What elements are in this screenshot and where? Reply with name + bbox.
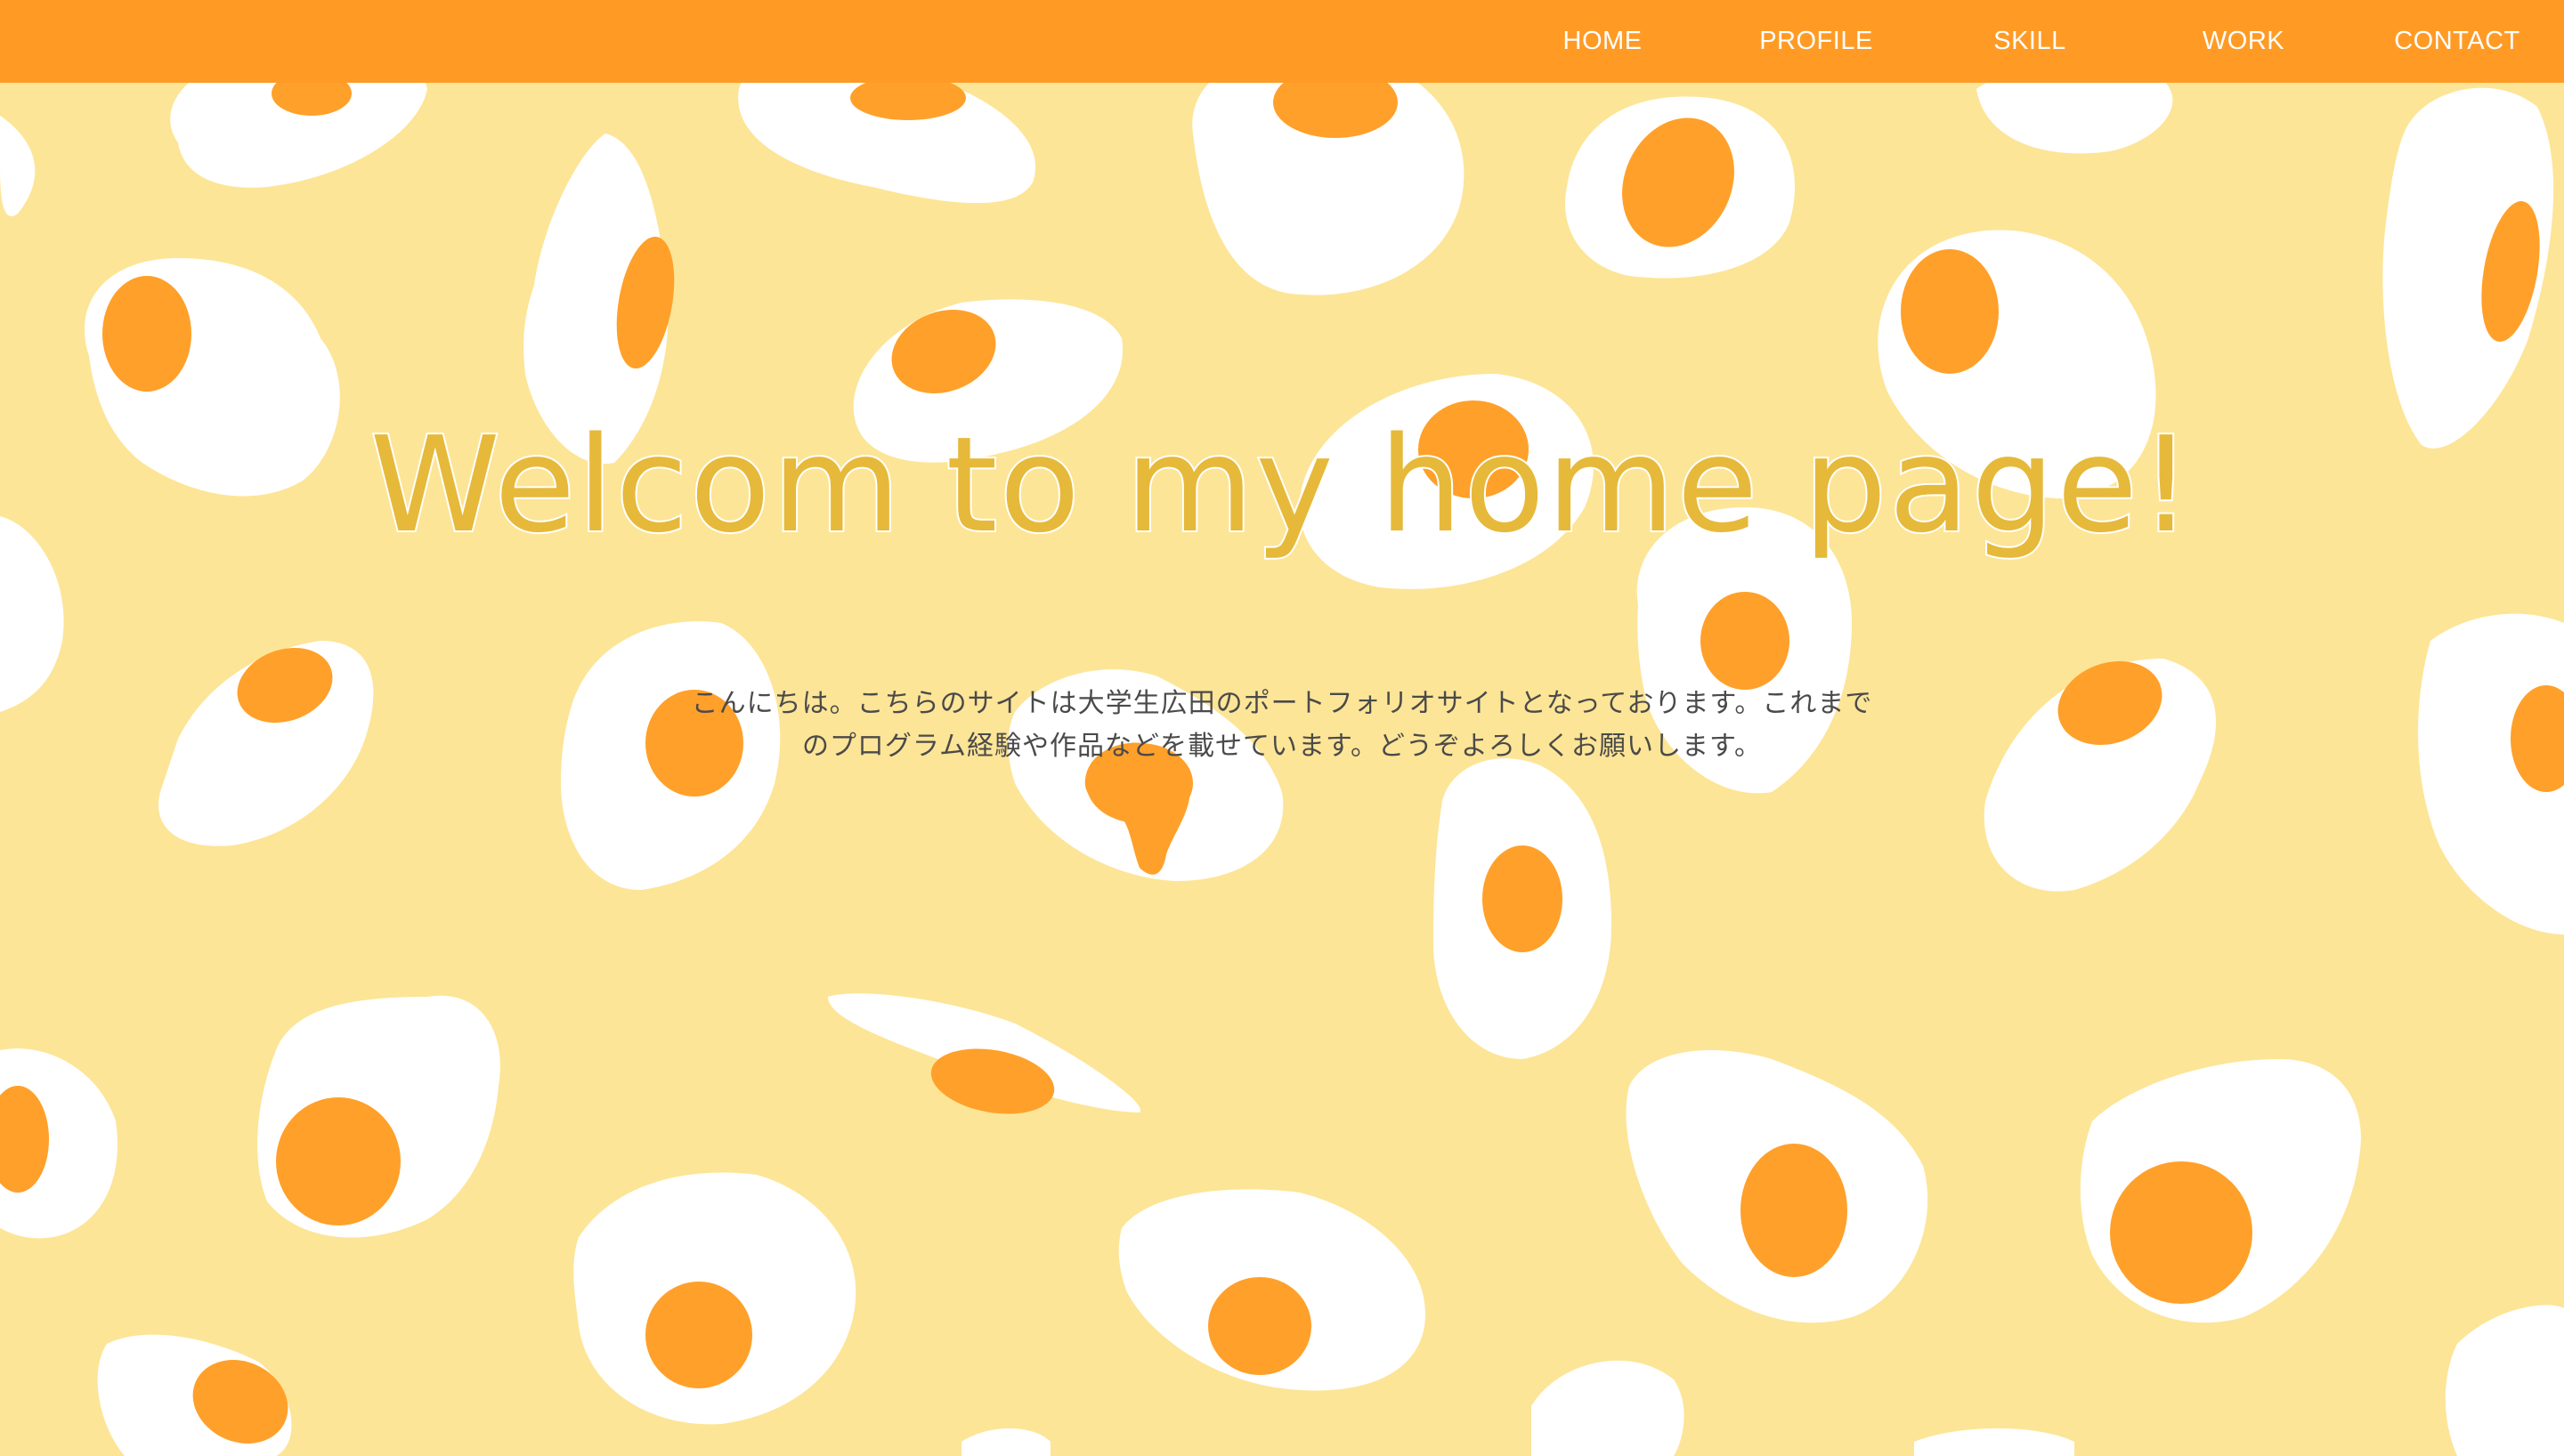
nav-work-link[interactable]: WORK: [2203, 21, 2284, 61]
nav-home-link[interactable]: HOME: [1563, 21, 1643, 61]
top-navbar: HOME PROFILE SKILL WORK CONTACT: [0, 0, 2564, 83]
intro-line-1: こんにちは。こちらのサイトは大学生広田のポートフォリオサイトとなっております。こ…: [691, 688, 1873, 719]
intro-line-2: のプログラム経験や作品などを載せています。どうぞよろしくお願いします。: [801, 731, 1763, 762]
nav-contact-link[interactable]: CONTACT: [2394, 21, 2520, 61]
nav-profile-link[interactable]: PROFILE: [1759, 21, 1873, 61]
hero-section: Welcom to my home page! こんにちは。こちらのサイトは大学…: [0, 0, 2564, 1456]
nav-skill-link[interactable]: SKILL: [1993, 21, 2066, 61]
intro-text: こんにちは。こちらのサイトは大学生広田のポートフォリオサイトとなっております。こ…: [623, 683, 1941, 768]
welcome-title: Welcom to my home page!: [369, 407, 2195, 563]
